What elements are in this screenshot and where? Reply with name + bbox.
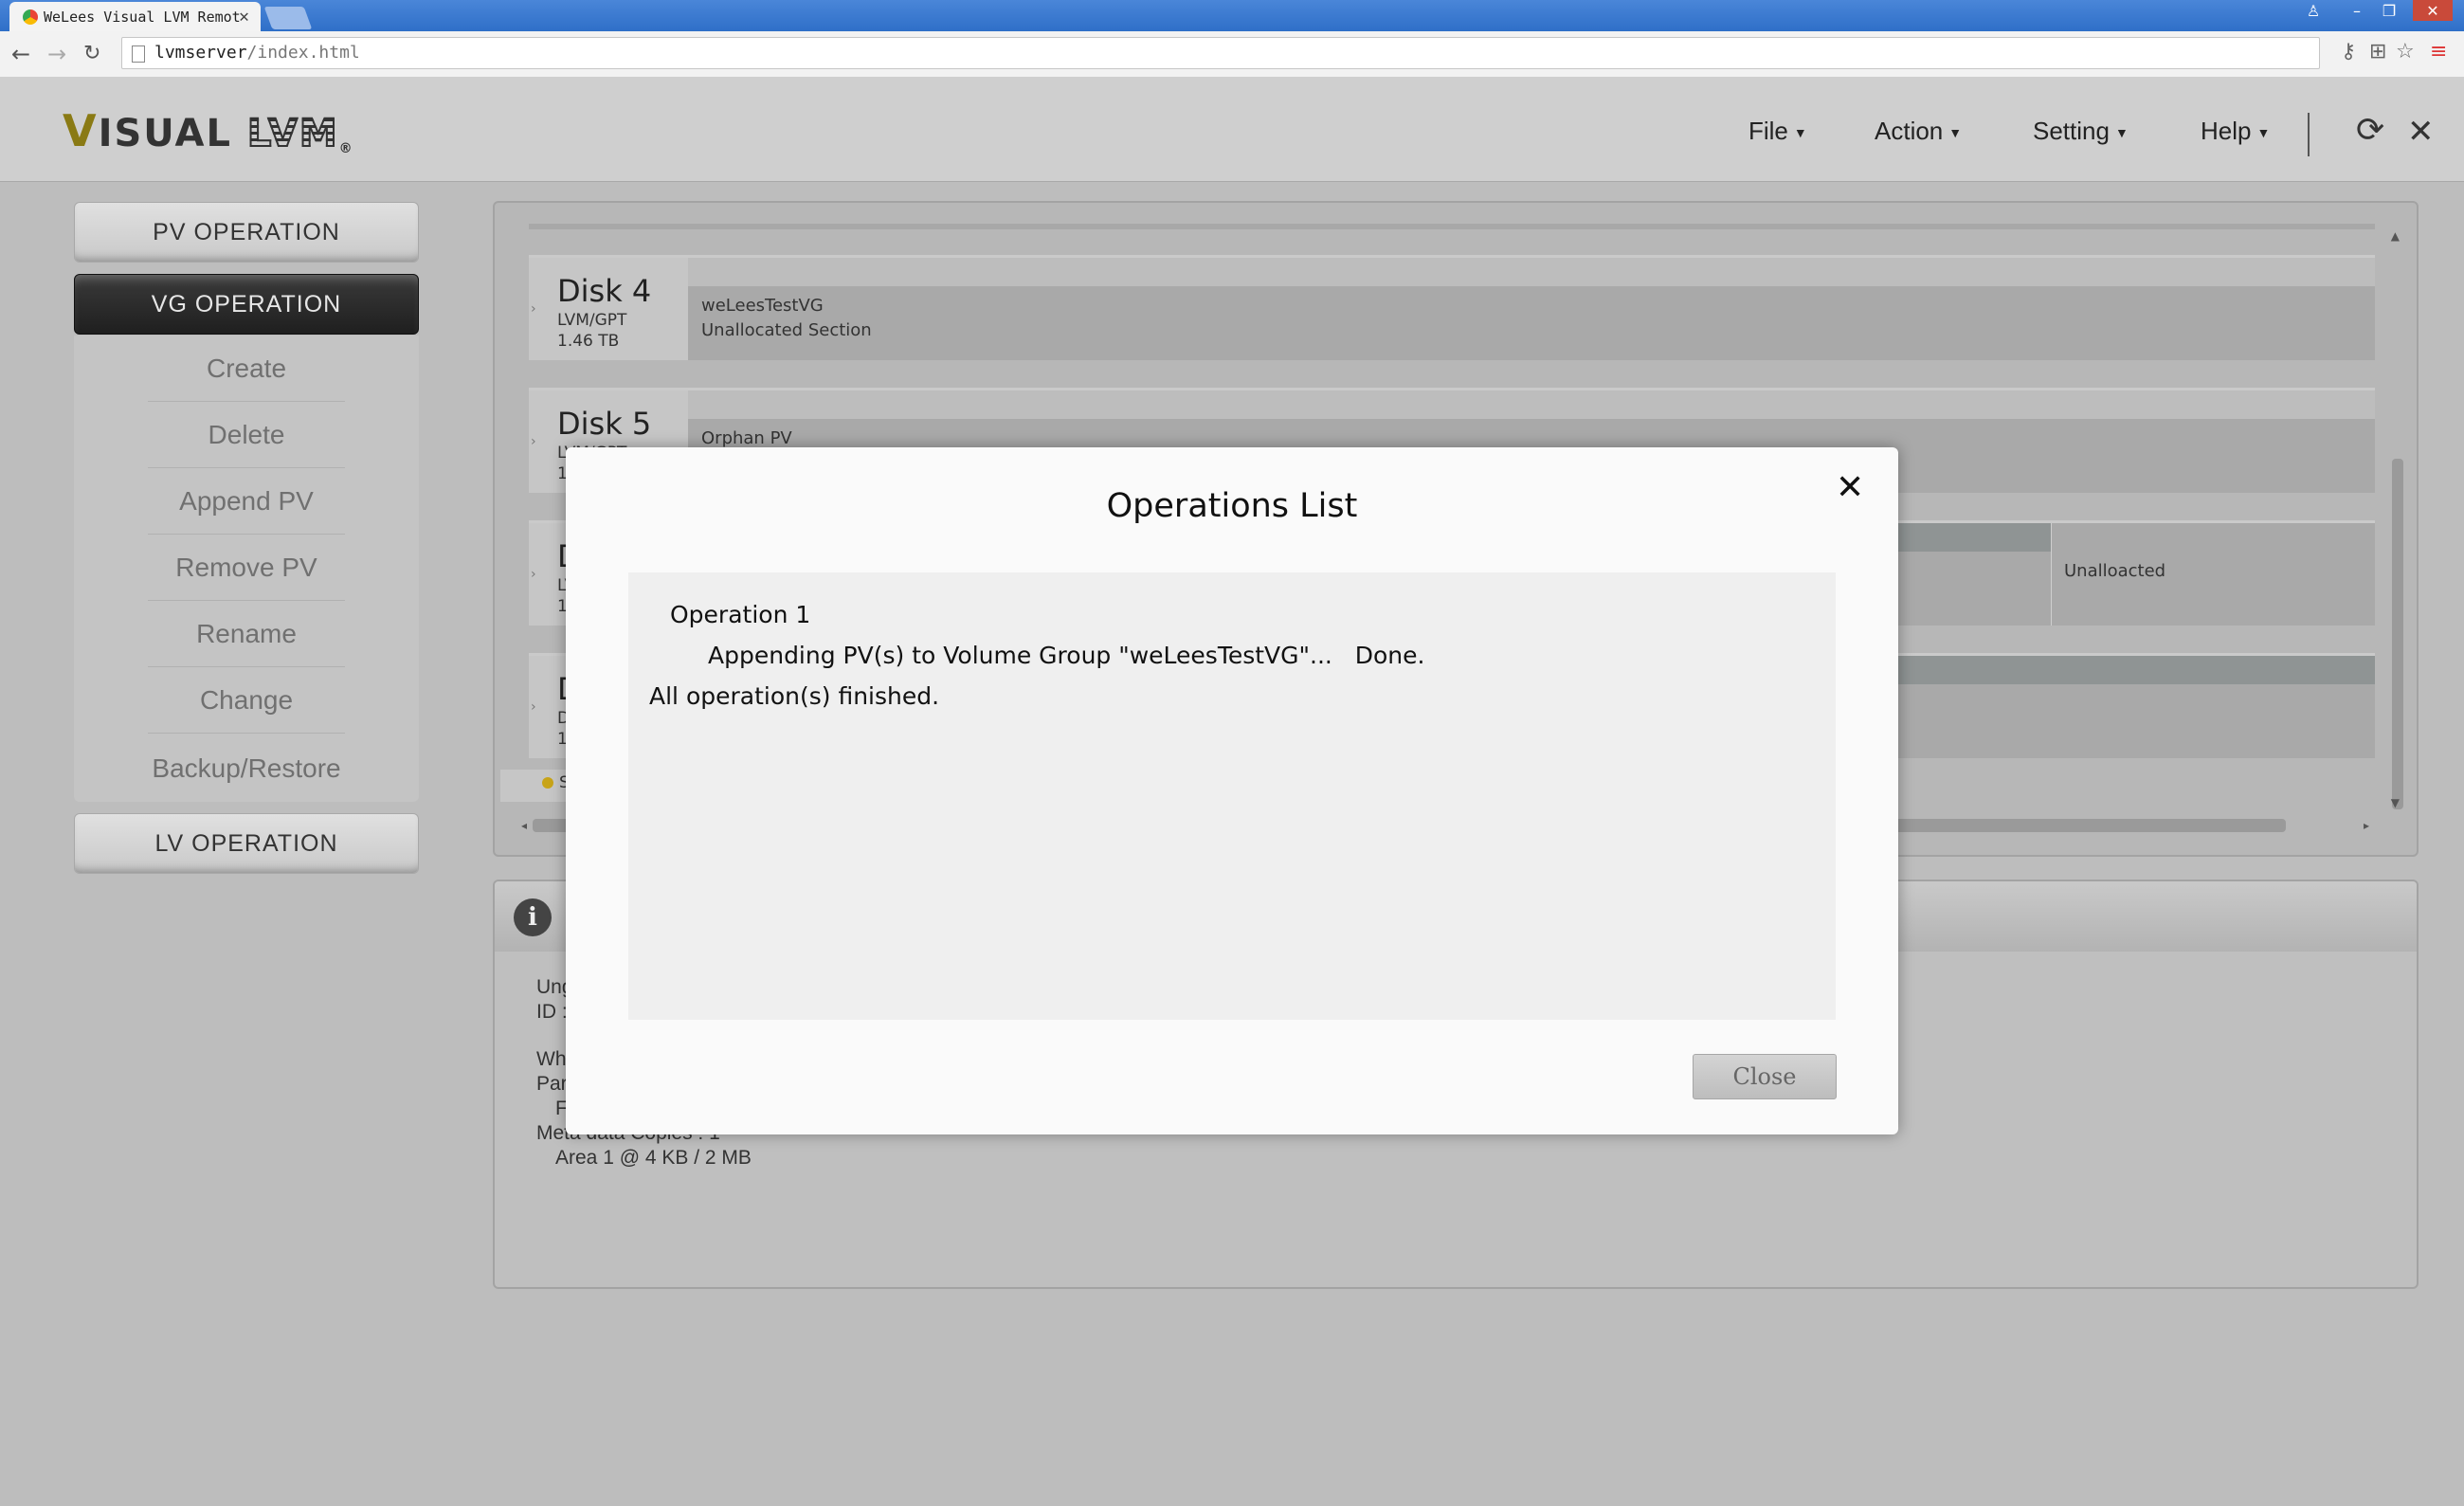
operations-log: Operation 1 Appending PV(s) to Volume Gr… bbox=[628, 572, 1836, 1020]
disk-name: Disk 5 bbox=[557, 406, 652, 442]
disk-label: › Disk 4 LVM/GPT 1.46 TB bbox=[529, 258, 688, 360]
pv-operation-button[interactable]: PV OPERATION bbox=[74, 202, 419, 263]
vg-rename-item[interactable]: Rename bbox=[148, 601, 345, 667]
url-input[interactable]: lvmserver/index.html bbox=[121, 37, 2320, 69]
menu-icon[interactable]: ≡ bbox=[2430, 40, 2447, 64]
scroll-down-icon[interactable]: ▼ bbox=[2391, 796, 2400, 809]
tab-close-icon[interactable]: ✕ bbox=[239, 7, 249, 27]
dialog-close-icon[interactable]: ✕ bbox=[1836, 468, 1864, 507]
partition-sublabel: Unallocated Section bbox=[701, 320, 872, 340]
info-line: Wh bbox=[536, 1048, 567, 1070]
lv-operation-button[interactable]: LV OPERATION bbox=[74, 813, 419, 874]
disk-type: LVM/GPT bbox=[557, 311, 627, 330]
info-line: ID : bbox=[536, 1001, 568, 1023]
scroll-right-icon[interactable]: ▸ bbox=[2364, 819, 2369, 832]
partition-divider bbox=[2051, 523, 2052, 626]
restore-icon[interactable]: ❐ bbox=[2369, 0, 2409, 21]
vg-append-pv-item[interactable]: Append PV bbox=[148, 468, 345, 535]
chevron-right-icon: › bbox=[531, 567, 536, 582]
forward-icon[interactable]: → bbox=[47, 41, 66, 67]
vertical-scrollbar[interactable] bbox=[2392, 459, 2403, 809]
chevron-right-icon: › bbox=[531, 434, 536, 449]
user-icon[interactable]: ♙ bbox=[2293, 0, 2333, 21]
disk-row-top-edge bbox=[529, 224, 2375, 229]
browser-titlebar: WeLees Visual LVM Remot ✕ ♙ – ❐ ✕ bbox=[0, 0, 2464, 31]
new-tab-button[interactable] bbox=[263, 7, 313, 29]
disk-partition-bar[interactable]: weLeesTestVG Unallocated Section bbox=[688, 286, 2375, 360]
operation-detail: Appending PV(s) to Volume Group "weLeesT… bbox=[708, 642, 1425, 669]
address-bar: ← → ↻ lvmserver/index.html ⚷ ⊞ ☆ ≡ bbox=[0, 31, 2464, 78]
operation-title: Operation 1 bbox=[670, 601, 811, 628]
chevron-right-icon: › bbox=[531, 699, 536, 715]
scroll-left-icon[interactable]: ◂ bbox=[521, 819, 527, 832]
info-line: Area 1 @ 4 KB / 2 MB bbox=[555, 1147, 752, 1169]
tab-title: WeLees Visual LVM Remot bbox=[44, 8, 241, 26]
app-close-icon[interactable]: ✕ bbox=[2407, 113, 2435, 151]
vg-remove-pv-item[interactable]: Remove PV bbox=[148, 535, 345, 601]
caret-down-icon: ▼ bbox=[2114, 125, 2129, 141]
disk-name: Disk 4 bbox=[557, 273, 652, 309]
vg-operation-button[interactable]: VG OPERATION bbox=[74, 274, 419, 335]
vg-delete-item[interactable]: Delete bbox=[148, 402, 345, 468]
browser-tab[interactable]: WeLees Visual LVM Remot ✕ bbox=[9, 2, 261, 31]
chrome-favicon-icon bbox=[23, 9, 38, 25]
disk-size: 1.46 TB bbox=[557, 332, 620, 351]
refresh-icon[interactable]: ⟳ bbox=[2356, 111, 2384, 150]
key-icon[interactable]: ⚷ bbox=[2341, 40, 2356, 64]
app-header: VISUAL LVM® File ▼ Action ▼ Setting ▼ Help ▼… bbox=[0, 77, 2464, 182]
menu-setting[interactable]: Setting ▼ bbox=[2033, 117, 2129, 146]
caret-down-icon: ▼ bbox=[1948, 125, 1963, 141]
dialog-close-button[interactable]: Close bbox=[1693, 1054, 1837, 1099]
dialog-title: Operations List bbox=[1106, 487, 1358, 525]
caret-down-icon: ▼ bbox=[1793, 125, 1807, 141]
chevron-right-icon: › bbox=[531, 301, 536, 317]
menu-file[interactable]: File ▼ bbox=[1748, 117, 1807, 146]
vg-change-item[interactable]: Change bbox=[148, 667, 345, 734]
app-logo: VISUAL LVM® bbox=[63, 105, 354, 156]
window-close-icon[interactable]: ✕ bbox=[2413, 0, 2453, 21]
scroll-up-icon[interactable]: ▲ bbox=[2391, 229, 2400, 243]
url-path: /index.html bbox=[246, 43, 360, 63]
menu-separator bbox=[2308, 113, 2310, 156]
unallocated-label: Unalloacted bbox=[2064, 561, 2166, 581]
operations-finished-text: All operation(s) finished. bbox=[649, 682, 940, 710]
disk-row[interactable]: › Disk 4 LVM/GPT 1.46 TB weLeesTestVG Un… bbox=[529, 255, 2375, 360]
legend-dot-icon bbox=[542, 777, 553, 789]
translate-icon[interactable]: ⊞ bbox=[2369, 40, 2386, 64]
bookmark-star-icon[interactable]: ☆ bbox=[2396, 40, 2415, 64]
info-line: Par bbox=[536, 1073, 568, 1095]
url-host: lvmserver bbox=[154, 43, 247, 63]
menu-help[interactable]: Help ▼ bbox=[2201, 117, 2270, 146]
back-icon[interactable]: ← bbox=[11, 41, 30, 67]
page-icon bbox=[132, 45, 145, 63]
vg-create-item[interactable]: Create bbox=[148, 336, 345, 402]
partition-label: Orphan PV bbox=[701, 428, 792, 448]
vg-backup-restore-item[interactable]: Backup/Restore bbox=[74, 735, 419, 802]
menu-action[interactable]: Action ▼ bbox=[1875, 117, 1962, 146]
info-icon: i bbox=[514, 898, 552, 936]
operations-list-dialog: Operations List ✕ Operation 1 Appending … bbox=[566, 447, 1898, 1134]
partition-label: weLeesTestVG bbox=[701, 296, 824, 316]
reload-icon[interactable]: ↻ bbox=[83, 42, 100, 65]
caret-down-icon: ▼ bbox=[2256, 125, 2271, 141]
